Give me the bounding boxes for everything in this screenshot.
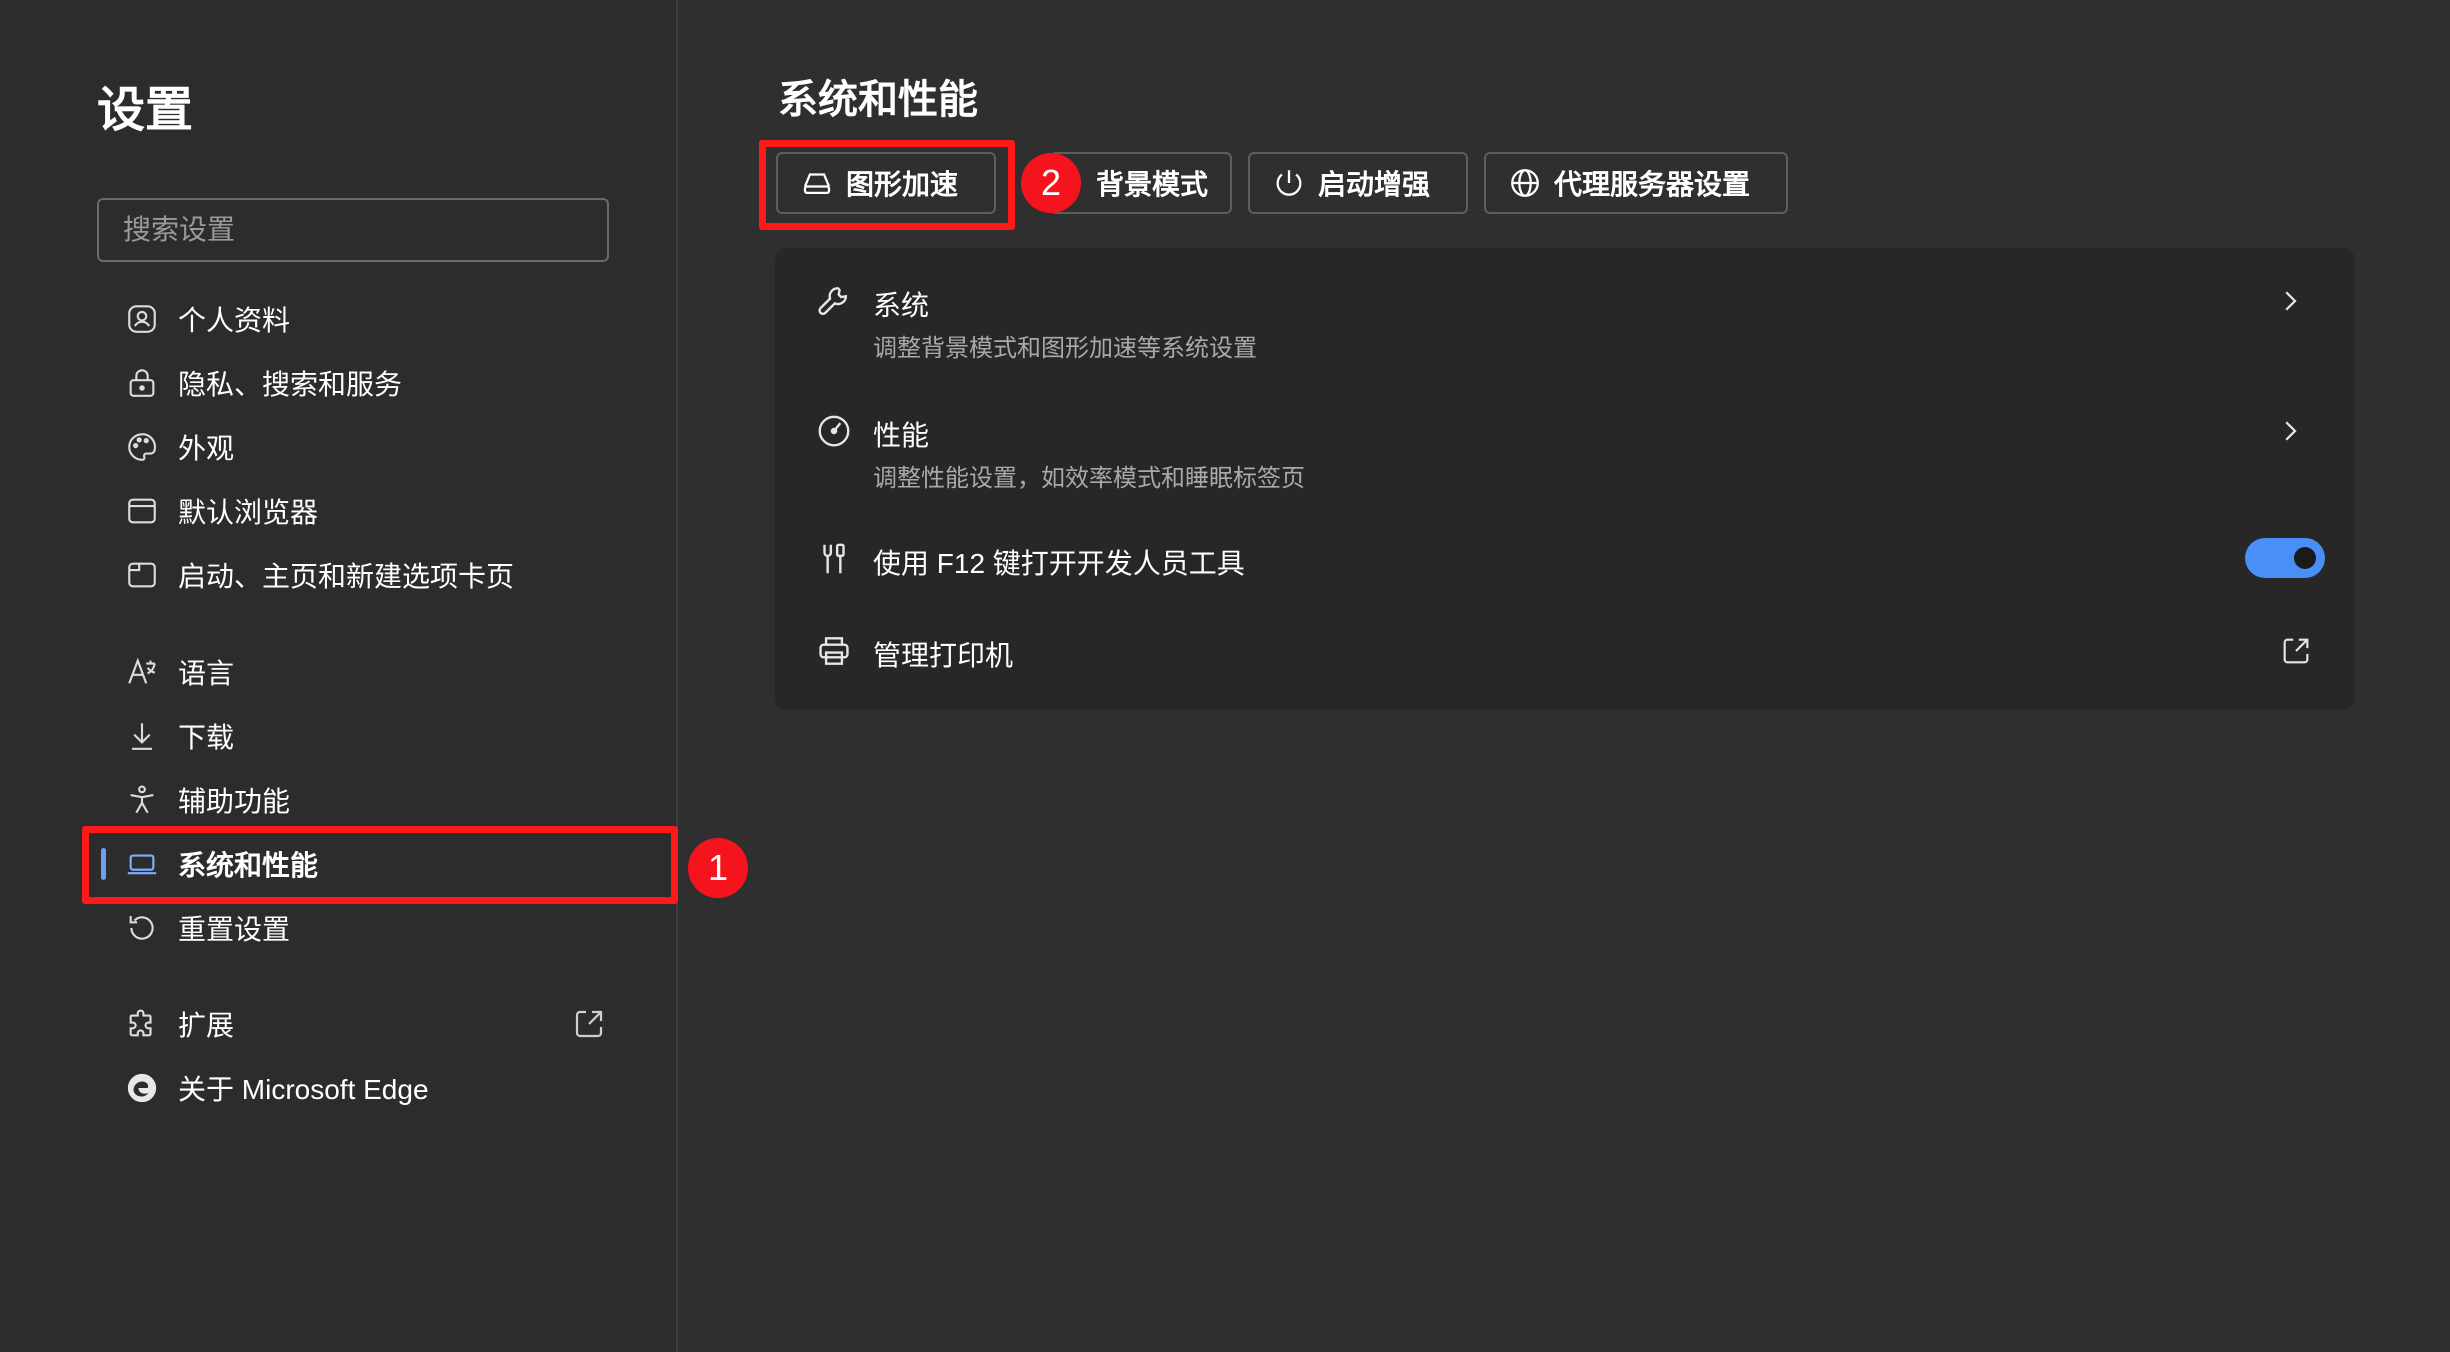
palette-icon xyxy=(122,427,162,467)
sidebar-item-accessibility[interactable]: 辅助功能 xyxy=(97,770,607,830)
sidebar-item-default-browser[interactable]: 默认浏览器 xyxy=(97,481,607,541)
sidebar-item-label: 关于 Microsoft Edge xyxy=(178,1074,429,1105)
dev-tools-icon xyxy=(815,540,855,580)
row-title: 使用 F12 键打开开发人员工具 xyxy=(873,548,1245,579)
sidebar-item-about[interactable]: 关于 Microsoft Edge xyxy=(97,1058,607,1118)
search-input[interactable] xyxy=(99,200,607,260)
home-tab-icon xyxy=(122,555,162,595)
highlight-box-step2 xyxy=(759,140,1015,230)
row-title: 管理打印机 xyxy=(873,640,1014,671)
quick-button-label: 代理服务器设置 xyxy=(1554,169,1751,200)
sidebar-item-privacy[interactable]: 隐私、搜索和服务 xyxy=(97,353,607,413)
wrench-icon xyxy=(815,282,855,322)
performance-row[interactable]: 性能 调整性能设置，如效率模式和睡眠标签页 xyxy=(775,378,2355,508)
speedometer-icon xyxy=(815,412,855,452)
f12-devtools-row: 使用 F12 键打开开发人员工具 xyxy=(775,508,2355,608)
sidebar-item-profile[interactable]: 个人资料 xyxy=(97,289,607,349)
sidebar-item-label: 默认浏览器 xyxy=(178,497,319,528)
row-subtitle: 调整性能设置，如效率模式和睡眠标签页 xyxy=(873,465,1305,492)
power-icon xyxy=(1276,170,1302,196)
sidebar-item-label: 隐私、搜索和服务 xyxy=(178,369,403,400)
chevron-right-icon xyxy=(2285,291,2297,311)
sidebar-item-label: 辅助功能 xyxy=(178,786,291,817)
f12-devtools-toggle[interactable] xyxy=(2245,538,2325,578)
external-link-icon xyxy=(575,1010,603,1038)
sidebar-item-label: 扩展 xyxy=(178,1010,235,1041)
reset-icon xyxy=(122,908,162,948)
edge-logo-icon xyxy=(122,1068,162,1108)
sidebar: 设置 个人资料 隐私、搜索 xyxy=(0,0,678,1352)
sidebar-item-language[interactable]: 语言 xyxy=(97,642,607,702)
profile-icon xyxy=(122,299,162,339)
external-link-icon xyxy=(2283,638,2309,664)
quick-button-label: 背景模式 xyxy=(1096,169,1209,200)
browser-window-icon xyxy=(122,491,162,531)
step-badge-1: 1 xyxy=(688,838,748,898)
globe-icon xyxy=(1511,169,1539,197)
printer-icon xyxy=(815,632,855,672)
row-title: 系统 xyxy=(873,290,930,321)
system-row[interactable]: 系统 调整背景模式和图形加速等系统设置 xyxy=(775,248,2355,378)
step-badge-2: 2 xyxy=(1021,153,1081,213)
sidebar-item-reset[interactable]: 重置设置 xyxy=(97,898,607,958)
accessibility-icon xyxy=(122,780,162,820)
sidebar-item-label: 重置设置 xyxy=(178,914,291,945)
sidebar-title: 设置 xyxy=(97,84,194,137)
sidebar-item-extensions[interactable]: 扩展 xyxy=(97,994,607,1054)
row-subtitle: 调整背景模式和图形加速等系统设置 xyxy=(873,335,1257,362)
quick-button-label: 启动增强 xyxy=(1318,169,1431,200)
puzzle-icon xyxy=(122,1004,162,1044)
sidebar-item-downloads[interactable]: 下载 xyxy=(97,706,607,766)
search-box[interactable] xyxy=(97,198,609,262)
row-title: 性能 xyxy=(873,420,930,451)
sidebar-item-label: 个人资料 xyxy=(178,305,291,336)
settings-card: 系统 调整背景模式和图形加速等系统设置 性能 调整性能设置，如效率模式和睡眠标签… xyxy=(775,248,2355,710)
manage-printers-row[interactable]: 管理打印机 xyxy=(775,608,2355,708)
settings-window: 设置 个人资料 隐私、搜索 xyxy=(0,0,2450,1352)
sidebar-item-label: 外观 xyxy=(178,433,235,464)
language-icon xyxy=(122,652,162,692)
page-title: 系统和性能 xyxy=(778,78,978,122)
download-icon xyxy=(122,716,162,756)
sidebar-item-label: 语言 xyxy=(178,658,235,689)
chevron-right-icon xyxy=(2285,421,2297,441)
sidebar-item-startup[interactable]: 启动、主页和新建选项卡页 xyxy=(97,545,607,605)
sidebar-item-appearance[interactable]: 外观 xyxy=(97,417,607,477)
toggle-knob xyxy=(2294,547,2316,569)
lock-icon xyxy=(122,363,162,403)
sidebar-item-label: 下载 xyxy=(178,722,235,753)
highlight-box-step1 xyxy=(82,826,678,904)
startup-boost-button[interactable]: 启动增强 xyxy=(1248,152,1468,214)
proxy-settings-button[interactable]: 代理服务器设置 xyxy=(1484,152,1788,214)
sidebar-item-label: 启动、主页和新建选项卡页 xyxy=(178,561,515,592)
